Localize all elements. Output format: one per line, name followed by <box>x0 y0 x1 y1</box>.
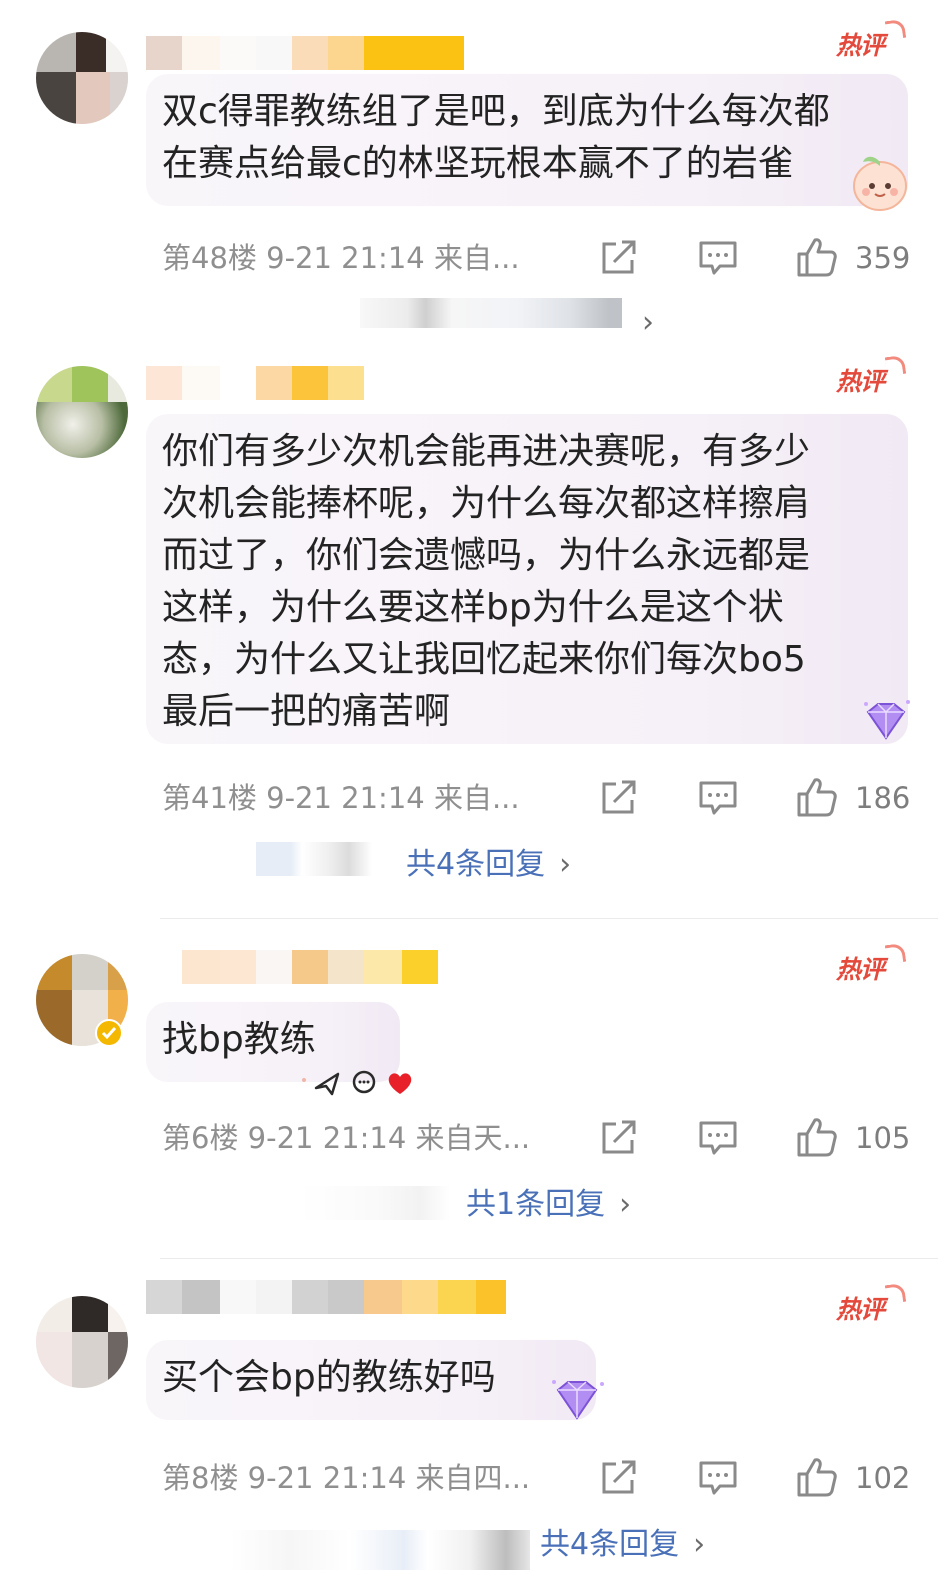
comment-icon[interactable] <box>698 240 738 276</box>
verified-badge-icon <box>95 1019 123 1047</box>
peach-mascot-icon <box>853 156 907 211</box>
hot-comment-tag: 热评 <box>836 26 906 66</box>
comment-feed: 热评 双c得罪教练组了是吧，到底为什么每次都 在赛点给最c的林坚玩根本赢不了的岩… <box>0 0 948 1587</box>
comment-text[interactable]: 双c得罪教练组了是吧，到底为什么每次都 在赛点给最c的林坚玩根本赢不了的岩雀 <box>146 74 908 206</box>
reply-count-label: 共1条回复 <box>466 1187 606 1222</box>
thumbs-up-icon[interactable] <box>796 1116 838 1158</box>
floor-time-location: 第41楼 9-21 21:14 来自... <box>162 781 520 815</box>
reply-count-label: 共4条回复 <box>540 1527 680 1562</box>
share-icon[interactable] <box>600 780 638 816</box>
redacted-reply-preview <box>300 1186 450 1220</box>
more-replies-chevron[interactable]: › <box>642 302 654 344</box>
user-avatar[interactable] <box>36 366 128 458</box>
comment-divider <box>160 918 938 919</box>
thumbs-up-icon[interactable] <box>796 776 838 818</box>
user-avatar[interactable] <box>36 32 128 124</box>
username-redacted[interactable] <box>146 366 364 400</box>
chevron-right-icon: › <box>559 847 572 882</box>
username-redacted[interactable] <box>146 36 464 70</box>
redacted-reply-preview <box>360 298 622 328</box>
username-redacted[interactable] <box>146 950 438 984</box>
comment-divider <box>160 1258 938 1259</box>
diamond-badge-icon <box>552 1380 604 1420</box>
chevron-right-icon: › <box>693 1527 706 1562</box>
thumbs-up-icon[interactable] <box>796 1456 838 1498</box>
comment-icon[interactable] <box>698 780 738 816</box>
comment-text[interactable]: 你们有多少次机会能再进决赛呢，有多少 次机会能捧杯呢，为什么每次都这样擦肩 而过… <box>146 414 908 744</box>
like-count: 359 <box>855 241 911 275</box>
floor-time-location: 第6楼 9-21 21:14 来自天... <box>162 1121 531 1155</box>
comment-text[interactable]: 买个会bp的教练好吗 <box>146 1340 596 1420</box>
share-icon[interactable] <box>600 1120 638 1156</box>
like-count: 186 <box>855 781 911 815</box>
reply-count-label: 共4条回复 <box>406 847 546 882</box>
view-replies-link[interactable]: 共1条回复 › <box>466 1184 631 1226</box>
like-count: 105 <box>855 1121 911 1155</box>
floor-time-location: 第8楼 9-21 21:14 来自四... <box>162 1461 531 1495</box>
like-count: 102 <box>855 1461 911 1495</box>
share-icon[interactable] <box>600 240 638 276</box>
chevron-right-icon: › <box>619 1187 632 1222</box>
username-redacted[interactable] <box>146 1280 506 1314</box>
redacted-reply-preview <box>256 842 372 876</box>
view-replies-link[interactable]: 共4条回复 › <box>540 1524 705 1566</box>
user-avatar[interactable] <box>36 1296 128 1388</box>
floor-time-location: 第48楼 9-21 21:14 来自... <box>162 241 520 275</box>
hot-comment-tag: 热评 <box>836 950 906 990</box>
diamond-badge-icon <box>864 700 910 740</box>
thumbs-up-icon[interactable] <box>796 236 838 278</box>
redacted-reply-preview <box>230 1530 530 1570</box>
share-send-decoration-icon <box>302 1070 412 1096</box>
view-replies-link[interactable]: 共4条回复 › <box>406 844 571 886</box>
hot-comment-tag: 热评 <box>836 362 906 402</box>
comment-icon[interactable] <box>698 1120 738 1156</box>
comment-icon[interactable] <box>698 1460 738 1496</box>
share-icon[interactable] <box>600 1460 638 1496</box>
hot-comment-tag: 热评 <box>836 1290 906 1330</box>
